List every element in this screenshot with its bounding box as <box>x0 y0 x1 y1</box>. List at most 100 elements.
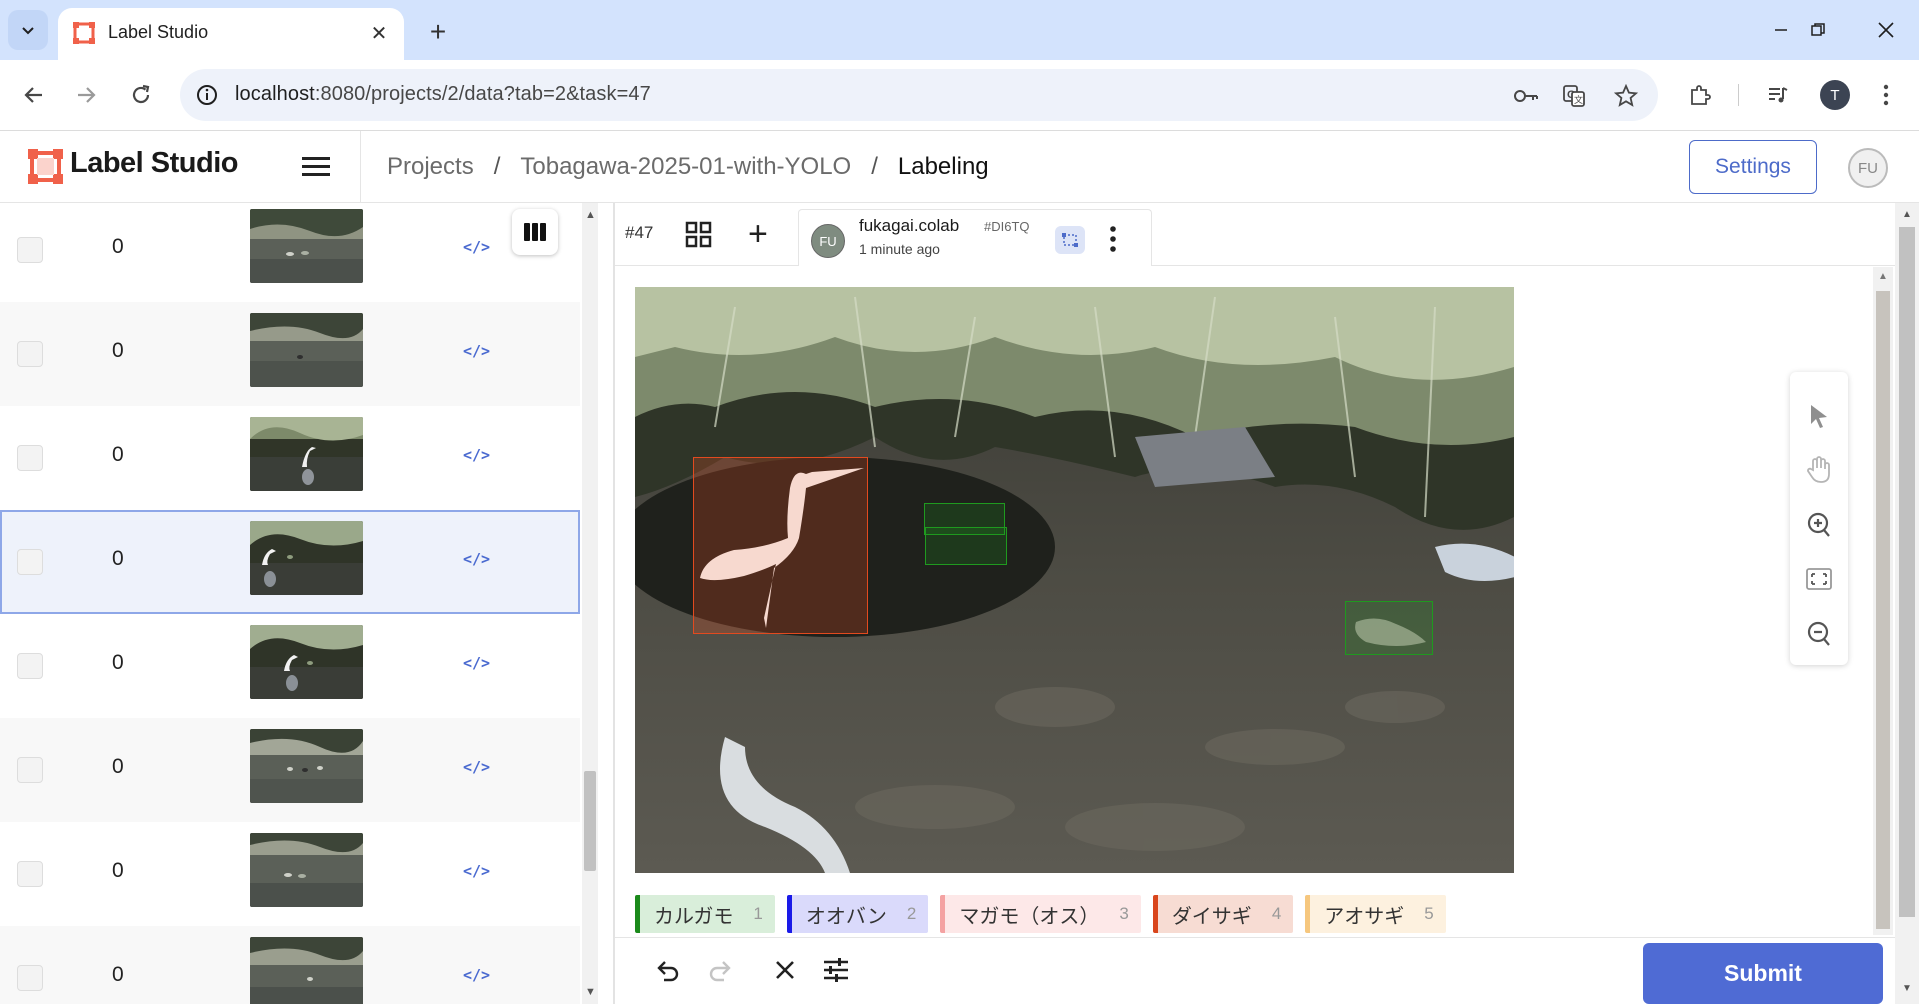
add-annotation-icon[interactable]: + <box>748 217 768 251</box>
translate-icon[interactable]: G文 <box>1560 82 1588 110</box>
table-row[interactable]: 0 </> <box>0 718 580 822</box>
label-chip-oban[interactable]: オオバン 2 <box>786 895 929 933</box>
task-thumbnail[interactable] <box>250 729 363 803</box>
scroll-up-arrow-icon[interactable]: ▲ <box>1878 271 1888 282</box>
fit-to-screen-icon[interactable] <box>1803 563 1835 595</box>
address-bar[interactable]: localhost:8080/projects/2/data?tab=2&tas… <box>180 69 1658 121</box>
table-row[interactable]: 0 </> <box>0 406 580 510</box>
row-checkbox[interactable] <box>17 237 43 263</box>
task-thumbnail[interactable] <box>250 417 363 491</box>
regions-icon[interactable] <box>1055 226 1085 254</box>
bookmark-star-icon[interactable] <box>1612 82 1640 110</box>
user-avatar[interactable]: FU <box>1848 148 1888 188</box>
region-bbox-karugamo[interactable] <box>925 527 1007 565</box>
task-thumbnail[interactable] <box>250 937 363 1004</box>
code-view-icon[interactable]: </> <box>463 446 490 466</box>
code-view-icon[interactable]: </> <box>463 862 490 882</box>
row-checkbox[interactable] <box>17 341 43 367</box>
browser-tab-active[interactable]: Label Studio ✕ <box>58 8 404 60</box>
url-text[interactable]: localhost:8080/projects/2/data?tab=2&tas… <box>235 83 651 106</box>
annotation-tab[interactable]: FU fukagai.colab #DI6TQ 1 minute ago <box>798 209 1152 268</box>
table-row[interactable]: 0 </> <box>0 302 580 406</box>
select-pointer-icon[interactable] <box>1803 400 1835 432</box>
code-view-icon[interactable]: </> <box>463 342 490 362</box>
annotation-time: 1 minute ago <box>859 241 940 257</box>
hamburger-menu-icon[interactable] <box>300 153 334 181</box>
table-row-selected[interactable]: 0 </> <box>0 510 580 614</box>
code-view-icon[interactable]: </> <box>463 550 490 570</box>
code-view-icon[interactable]: </> <box>463 238 490 258</box>
scroll-up-arrow-icon[interactable]: ▲ <box>585 209 596 221</box>
forward-button[interactable] <box>66 75 106 115</box>
table-row[interactable]: 0 </> <box>0 614 580 718</box>
task-thumbnail[interactable] <box>250 833 363 907</box>
label-chip-daisagi[interactable]: ダイサギ 4 <box>1152 895 1294 933</box>
zoom-out-icon[interactable] <box>1803 618 1835 650</box>
label-chip-aosagi[interactable]: アオサギ 5 <box>1305 895 1446 933</box>
canvas-scrollbar[interactable]: ▲ <box>1873 267 1893 935</box>
extensions-puzzle-icon[interactable] <box>1680 75 1720 115</box>
table-row[interactable]: 0 </> <box>0 822 580 926</box>
columns-toggle-button[interactable] <box>512 209 558 255</box>
label-chip-magamo[interactable]: マガモ（オス） 3 <box>940 895 1141 933</box>
settings-sliders-icon[interactable] <box>820 954 852 986</box>
code-view-icon[interactable]: </> <box>463 966 490 986</box>
region-bbox-daisagi[interactable] <box>693 457 868 634</box>
close-window-button[interactable] <box>1858 10 1914 50</box>
scrollbar-thumb[interactable] <box>1876 291 1890 929</box>
annotation-count: 0 <box>112 755 124 778</box>
task-thumbnail[interactable] <box>250 313 363 387</box>
task-thumbnail[interactable] <box>250 521 363 595</box>
scroll-up-arrow-icon[interactable]: ▲ <box>1902 209 1912 220</box>
reset-close-icon[interactable] <box>769 954 801 986</box>
back-button[interactable] <box>14 75 54 115</box>
zoom-in-icon[interactable] <box>1803 509 1835 541</box>
browser-menu-icon[interactable] <box>1866 75 1906 115</box>
browser-toolbar: localhost:8080/projects/2/data?tab=2&tas… <box>0 60 1919 131</box>
table-row[interactable]: 0 </> <box>0 203 580 302</box>
submit-button[interactable]: Submit <box>1643 943 1883 1004</box>
image-canvas[interactable] <box>635 287 1514 873</box>
page-scrollbar[interactable]: ▲ ▼ <box>1895 203 1919 1004</box>
undo-icon[interactable] <box>651 954 683 986</box>
scrollbar-thumb[interactable] <box>1899 227 1915 917</box>
scroll-down-arrow-icon[interactable]: ▼ <box>585 986 596 998</box>
redo-icon[interactable] <box>705 954 737 986</box>
task-thumbnail[interactable] <box>250 209 363 283</box>
breadcrumb-project[interactable]: Tobagawa-2025-01-with-YOLO <box>520 153 851 181</box>
task-thumbnail[interactable] <box>250 625 363 699</box>
row-checkbox[interactable] <box>17 445 43 471</box>
restore-button[interactable] <box>1790 10 1846 50</box>
row-checkbox[interactable] <box>17 861 43 887</box>
row-checkbox[interactable] <box>17 653 43 679</box>
site-info-icon[interactable] <box>194 82 220 108</box>
code-view-icon[interactable]: </> <box>463 654 490 674</box>
code-view-icon[interactable]: </> <box>463 758 490 778</box>
settings-button[interactable]: Settings <box>1689 140 1817 194</box>
app-logo-text[interactable]: Label Studio <box>70 147 239 180</box>
label-studio-logo-icon[interactable] <box>28 149 63 184</box>
more-options-icon[interactable] <box>1109 224 1117 254</box>
label-studio-favicon <box>73 22 95 44</box>
row-checkbox[interactable] <box>17 965 43 991</box>
scrollbar-thumb[interactable] <box>584 771 596 871</box>
arrow-left-icon <box>24 87 42 103</box>
region-bbox-karugamo[interactable] <box>1345 601 1433 655</box>
breadcrumb-projects[interactable]: Projects <box>387 153 474 181</box>
password-key-icon[interactable] <box>1512 82 1540 110</box>
new-tab-button[interactable]: + <box>420 14 456 50</box>
grid-view-icon[interactable] <box>685 221 713 249</box>
table-row[interactable]: 0 </> <box>0 926 580 1004</box>
tab-search-button[interactable] <box>8 10 48 50</box>
reload-button[interactable] <box>121 75 161 115</box>
pan-hand-icon[interactable] <box>1803 454 1835 486</box>
label-chip-karugamo[interactable]: カルガモ 1 <box>635 895 775 933</box>
scroll-down-arrow-icon[interactable]: ▼ <box>1902 983 1912 994</box>
row-checkbox[interactable] <box>17 757 43 783</box>
chevron-down-icon <box>22 27 34 35</box>
media-queue-icon[interactable] <box>1758 75 1798 115</box>
profile-avatar[interactable]: T <box>1820 80 1850 110</box>
tab-close-icon[interactable]: ✕ <box>366 20 392 46</box>
task-list-scrollbar[interactable]: ▲ ▼ <box>582 203 598 1004</box>
row-checkbox[interactable] <box>17 549 43 575</box>
